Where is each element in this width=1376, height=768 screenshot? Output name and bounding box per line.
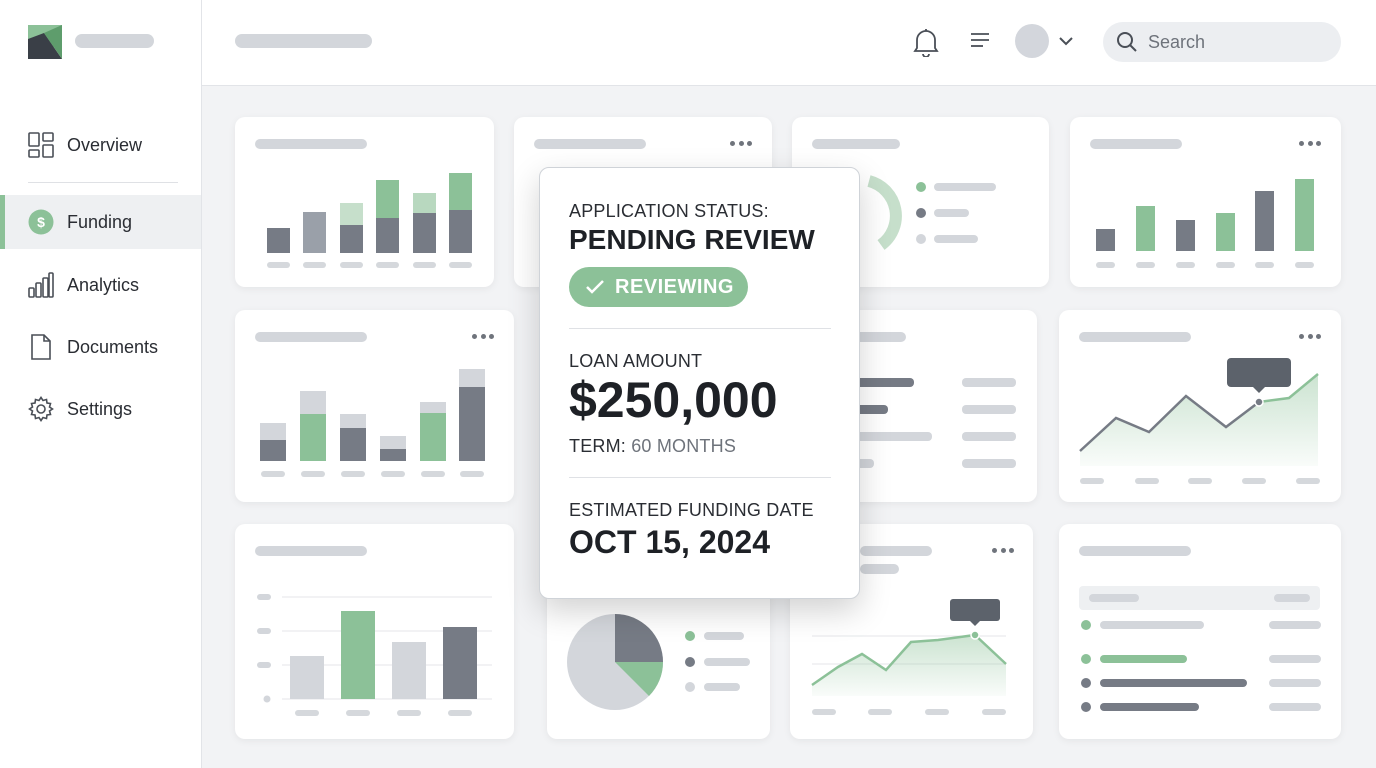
sidebar-item-label: Documents xyxy=(67,336,159,357)
widget-card xyxy=(235,310,514,502)
top-bar: Search xyxy=(202,0,1376,86)
section-divider xyxy=(569,477,831,478)
axis-tick xyxy=(1176,262,1195,268)
svg-text:$: $ xyxy=(37,214,45,230)
gear-icon xyxy=(28,396,54,422)
widget-card xyxy=(1059,524,1341,739)
axis-tick xyxy=(341,471,365,477)
axis-tick xyxy=(1135,478,1159,484)
axis-tick xyxy=(295,710,319,716)
search-placeholder: Search xyxy=(1148,31,1206,52)
axis-tick xyxy=(303,262,326,268)
axis-tick xyxy=(448,710,472,716)
loan-amount-label: LOAN AMOUNT xyxy=(569,351,703,371)
axis-tick xyxy=(301,471,325,477)
dollar-icon: $ xyxy=(28,209,54,235)
page-title-placeholder xyxy=(235,34,372,48)
axis-tick xyxy=(1080,478,1104,484)
axis-tick xyxy=(1136,262,1155,268)
bell-icon[interactable] xyxy=(912,27,940,57)
sidebar-item-documents[interactable]: Documents xyxy=(0,320,201,374)
axis-tick xyxy=(267,262,290,268)
search-icon xyxy=(1117,32,1137,52)
app-name-placeholder xyxy=(75,34,154,48)
axis-tick xyxy=(381,471,405,477)
sidebar-item-label: Overview xyxy=(67,134,143,155)
axis-tick xyxy=(460,471,484,477)
term-value: 60 MONTHS xyxy=(631,436,737,456)
check-icon xyxy=(586,280,604,294)
axis-tick xyxy=(812,709,836,715)
line-chart xyxy=(1079,358,1319,466)
axis-tick xyxy=(346,710,370,716)
widget-card xyxy=(235,524,514,739)
axis-tick xyxy=(982,709,1006,715)
menu-icon[interactable] xyxy=(970,31,990,49)
sidebar-item-overview[interactable]: Overview xyxy=(0,118,201,172)
status-label: APPLICATION STATUS: xyxy=(569,201,769,221)
axis-tick xyxy=(1096,262,1115,268)
axis-tick xyxy=(376,262,399,268)
axis-tick xyxy=(1188,478,1212,484)
axis-tick xyxy=(1296,478,1320,484)
avatar[interactable] xyxy=(1015,24,1049,58)
widget-card xyxy=(1070,117,1341,287)
axis-tick xyxy=(421,471,445,477)
sidebar-item-analytics[interactable]: Analytics xyxy=(0,258,201,312)
loan-term: TERM: 60 MONTHS xyxy=(569,436,736,457)
axis-tick xyxy=(1242,478,1266,484)
chevron-down-icon[interactable] xyxy=(1058,35,1074,47)
widget-card xyxy=(1059,310,1341,502)
axis-tick xyxy=(1295,262,1314,268)
axis-tick xyxy=(925,709,949,715)
list-rows xyxy=(1081,594,1321,712)
funding-date-label: ESTIMATED FUNDING DATE xyxy=(569,500,814,520)
status-value: PENDING REVIEW xyxy=(569,224,815,255)
status-badge-label: REVIEWING xyxy=(615,275,734,298)
axis-tick xyxy=(413,262,436,268)
sidebar-item-label: Analytics xyxy=(67,274,140,295)
status-badge: REVIEWING xyxy=(569,267,748,307)
bar-chart-icon xyxy=(28,272,54,298)
sidebar-item-settings[interactable]: Settings xyxy=(0,382,201,436)
axis-tick xyxy=(449,262,472,268)
search-input[interactable]: Search xyxy=(1103,22,1341,62)
axis-tick xyxy=(868,709,892,715)
section-divider xyxy=(569,328,831,329)
sidebar-item-funding[interactable]: $ Funding xyxy=(0,195,201,249)
sidebar-item-label: Settings xyxy=(67,398,133,419)
funding-date-value: OCT 15, 2024 xyxy=(569,524,770,560)
loan-amount-value: $250,000 xyxy=(569,372,778,428)
widget-card xyxy=(235,117,494,287)
axis-tick xyxy=(261,471,285,477)
more-options-icon[interactable] xyxy=(730,141,752,147)
document-icon xyxy=(28,334,54,360)
sidebar: Overview $ Funding Analytics Documents S… xyxy=(0,0,202,768)
logo-icon xyxy=(28,25,62,59)
widget-title-placeholder xyxy=(534,139,646,149)
axis-tick xyxy=(1255,262,1274,268)
axis-tick xyxy=(397,710,421,716)
sidebar-item-label: Funding xyxy=(67,211,133,232)
grid-icon xyxy=(28,132,54,158)
sidebar-divider xyxy=(28,182,178,183)
application-status-card: APPLICATION STATUS: PENDING REVIEW REVIE… xyxy=(539,167,860,599)
term-label: TERM: xyxy=(569,436,626,456)
axis-tick xyxy=(1216,262,1235,268)
axis-tick xyxy=(340,262,363,268)
bar-chart xyxy=(257,594,492,703)
